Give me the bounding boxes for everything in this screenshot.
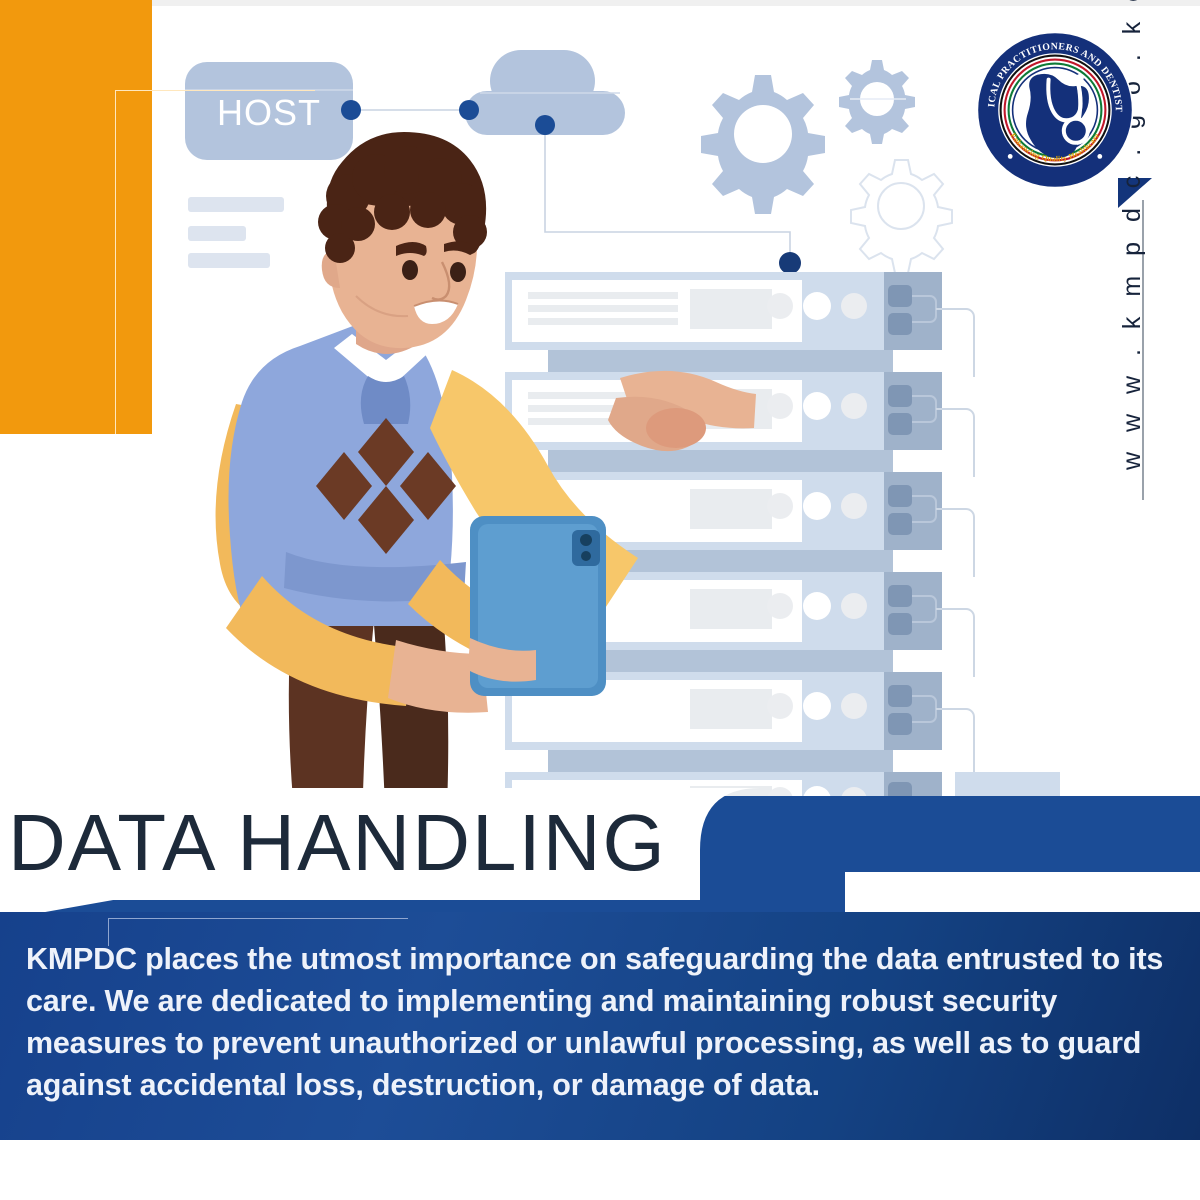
kmpdc-logo: KENYA MEDICAL PRACTITIONERS AND DENTISTS… — [975, 30, 1135, 190]
orange-inset-outline — [115, 90, 315, 434]
page-title: DATA HANDLING — [8, 798, 667, 887]
footer-bar: Find us on | — [0, 1140, 1200, 1200]
poster-canvas: HOST w w w . k m p d c . g o . k e ICAL … — [0, 0, 1200, 1200]
body-paragraph: KMPDC places the utmost importance on sa… — [26, 942, 1164, 1102]
